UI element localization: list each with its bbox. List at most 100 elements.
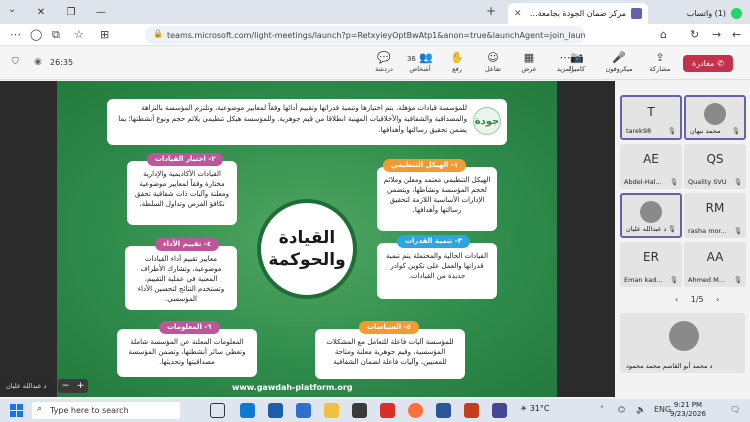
clock-date: 9/23/2026: [670, 410, 706, 418]
mic-off-icon: 🎙: [669, 276, 678, 284]
lock-icon: 🔒: [153, 29, 163, 38]
avatar: [669, 321, 699, 351]
box-policies: ٥- السياسات للمؤسسة آليات فاعلة للتعامل …: [315, 321, 465, 379]
home-icon[interactable]: ⌂: [660, 28, 667, 41]
camera-icon: 📷: [570, 51, 584, 64]
leave-button[interactable]: مغادرة ✆: [683, 55, 733, 72]
box-leader-selection: ٢- اختيار القيادات القيادات الأكاديمية و…: [127, 153, 237, 225]
tab-whatsapp[interactable]: (1) واتساب: [652, 3, 748, 24]
camera-button[interactable]: 📷 كاميرا: [560, 51, 594, 73]
chat-button[interactable]: 💬 دردشة: [367, 51, 401, 73]
minimize-window-icon[interactable]: —: [86, 0, 116, 24]
firefox-icon[interactable]: [408, 403, 423, 418]
tool-label: تفاعل: [485, 65, 501, 73]
network-icon[interactable]: ⌬: [618, 405, 625, 414]
tab-title: (1) واتساب: [686, 9, 726, 18]
windows-start-icon[interactable]: [10, 404, 23, 417]
profile-icon[interactable]: ◯: [30, 28, 42, 41]
shield-icon: ⛉: [12, 57, 19, 67]
task-view-icon[interactable]: [210, 403, 225, 418]
raise-hand-button[interactable]: ✋ رفع: [440, 51, 474, 73]
mic-off-icon: 🎙: [733, 276, 742, 284]
favorites-icon[interactable]: ☆: [74, 28, 84, 41]
close-window-icon[interactable]: ✕: [26, 0, 56, 24]
collections-icon[interactable]: ⧉: [52, 28, 60, 42]
chrome-icon[interactable]: [380, 403, 395, 418]
people-button[interactable]: 36 👥 أشخاص: [403, 51, 437, 73]
search-placeholder: Type here to search: [50, 406, 129, 415]
participant-tile[interactable]: ER Eman kad... 🎙: [620, 242, 682, 287]
back-icon[interactable]: ←: [732, 28, 741, 41]
close-tab-icon[interactable]: ✕: [514, 9, 522, 19]
box-text: معايير تقييم أداء القيادات موضوعية، وتشا…: [137, 255, 225, 303]
box-text: المعلومات المعلنة عن المؤسسة شاملة وتغطي…: [128, 338, 246, 366]
windows-taskbar: ⌕ Type here to search ☀ 31°C ˄ ⌬ 🔈 ENG 9…: [0, 399, 750, 422]
box-structure: ١- الهيكل التنظيمي الهيكل التنظيمي معتمد…: [377, 159, 497, 231]
taskbar-clock[interactable]: 9:21 PM 9/23/2026: [670, 401, 706, 419]
language-icon[interactable]: ENG: [654, 405, 671, 414]
tab-search-icon[interactable]: ⌄: [8, 4, 16, 15]
participant-name: Eman kad...: [624, 276, 663, 284]
reload-icon[interactable]: ↻: [690, 28, 699, 41]
search-icon: ⌕: [37, 404, 43, 414]
view-button[interactable]: ▦ عرض: [512, 51, 546, 73]
share-button[interactable]: ⇪ مشاركة: [643, 51, 677, 73]
forward-icon[interactable]: →: [712, 28, 721, 41]
box-text: القيادات الحالية والمحتملة يتم تنمية قدر…: [385, 252, 489, 280]
self-name: د محمد أبو القاسم محمد محمود: [626, 362, 713, 370]
url-field[interactable]: 🔒 teams.microsoft.com/light-meetings/lau…: [145, 26, 585, 44]
menu-dots-icon[interactable]: ⋯: [10, 28, 21, 41]
weather-text: 31°C: [529, 404, 550, 413]
participant-tile[interactable]: د عبدالله عليان 🎙: [620, 193, 682, 238]
microphone-button[interactable]: 🎤 ميكروفون: [600, 51, 638, 73]
edge-icon[interactable]: [240, 403, 255, 418]
mic-off-icon: 🎙: [733, 178, 742, 186]
new-tab-button[interactable]: +: [486, 4, 496, 18]
shared-slide: للمؤسسة قيادات مؤهلة، يتم اختيارها وتنمي…: [57, 81, 557, 397]
extensions-icon[interactable]: ⊞: [100, 28, 109, 41]
view-icon: ▦: [523, 51, 535, 64]
store-icon[interactable]: [352, 403, 367, 418]
weather-widget[interactable]: ☀ 31°C: [520, 404, 549, 413]
tray-chevron-icon[interactable]: ˄: [600, 405, 604, 414]
react-button[interactable]: ☺ تفاعل: [476, 51, 510, 73]
box-title: ١- الهيكل التنظيمي: [383, 159, 467, 172]
volume-icon[interactable]: 🔈: [636, 405, 646, 414]
box-title: ٥- السياسات: [359, 321, 419, 334]
mic-off-icon: 🎙: [733, 227, 742, 235]
zoom-out-icon[interactable]: −: [62, 381, 70, 391]
restore-window-icon[interactable]: ❐: [56, 0, 86, 24]
word-icon[interactable]: [436, 403, 451, 418]
taskbar-search-field[interactable]: ⌕ Type here to search: [32, 402, 180, 419]
tool-label: عرض: [521, 65, 537, 73]
mic-off-icon: 🎙: [731, 127, 740, 135]
center-title-circle: القيادة والحوكمة: [257, 199, 357, 299]
teams-icon[interactable]: [492, 403, 507, 418]
zoom-icon[interactable]: [268, 403, 283, 418]
slide-intro-box: للمؤسسة قيادات مؤهلة، يتم اختيارها وتنمي…: [107, 99, 507, 145]
avatar: [640, 201, 662, 223]
participant-tile[interactable]: RM rasha mor... 🎙: [684, 193, 746, 238]
tab-teams-meeting[interactable]: مركز ضمان الجودة بجامعة فنا - ال ✕: [508, 3, 648, 24]
teams-favicon-icon: [631, 8, 642, 19]
participant-tile[interactable]: AA Ahmed M... 🎙: [684, 242, 746, 287]
participant-initials: AA: [706, 250, 724, 264]
notification-icon[interactable]: 🗨: [730, 405, 740, 414]
pager-next-icon[interactable]: ›: [716, 295, 719, 304]
pager-prev-icon[interactable]: ‹: [675, 295, 678, 304]
participant-tile[interactable]: محمد نبهان 🎙: [684, 95, 746, 140]
zoom-in-icon[interactable]: +: [77, 381, 85, 391]
participant-tile[interactable]: T tarek98 🎙: [620, 95, 682, 140]
file-explorer-icon[interactable]: [324, 403, 339, 418]
participant-tile[interactable]: AE Abdel-Hal... 🎙: [620, 144, 682, 189]
share-icon: ⇪: [655, 51, 665, 64]
participant-tile[interactable]: QS Quality SVU 🎙: [684, 144, 746, 189]
meet-icon[interactable]: [296, 403, 311, 418]
box-text: للمؤسسة آليات فاعلة للتعامل مع المشكلات …: [326, 338, 454, 366]
participant-initials: QS: [706, 152, 724, 166]
tab-title: مركز ضمان الجودة بجامعة فنا - ال: [528, 9, 626, 18]
box-text: الهيكل التنظيمي معتمد ومعلن وملائم لحجم …: [383, 176, 491, 214]
mic-off-icon: 🎙: [667, 225, 676, 233]
zoom-controls[interactable]: − +: [58, 379, 88, 393]
powerpoint-icon[interactable]: [464, 403, 479, 418]
